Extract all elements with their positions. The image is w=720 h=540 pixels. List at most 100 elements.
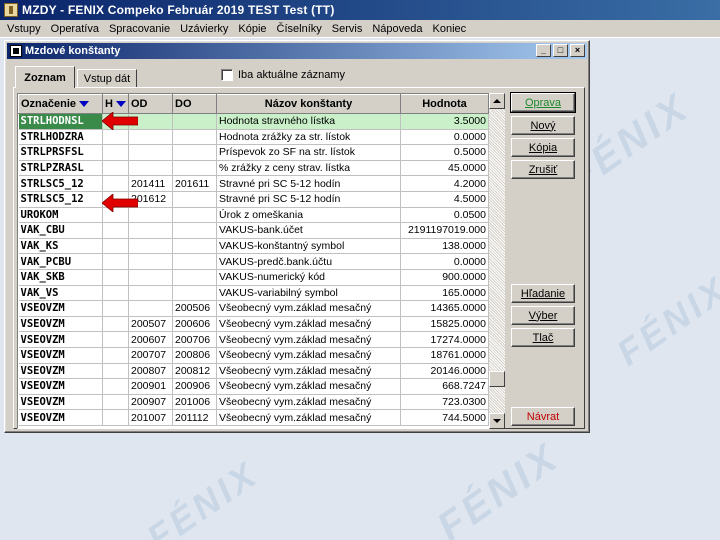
- copy-button[interactable]: Kópia: [511, 138, 575, 157]
- cell-h: [102, 347, 129, 364]
- menu-vstupy[interactable]: Vstupy: [2, 23, 46, 35]
- cell-value: 2191197019.000: [400, 222, 489, 239]
- cell-name: Príspevok zo SF na str. lístok: [216, 144, 401, 161]
- cell-name: Všeobecný vym.základ mesačný: [216, 347, 401, 364]
- cancel-button[interactable]: Zrušiť: [511, 160, 575, 179]
- cell-name: Stravné pri SC 5-12 hodín: [216, 175, 401, 192]
- cell-code: VSEOVZM: [18, 331, 103, 348]
- cell-value: 668.7247: [400, 378, 489, 395]
- table-row[interactable]: VSEOVZM 200607 200706 Všeobecný vym.základ …: [18, 331, 489, 348]
- cell-h: [102, 175, 129, 192]
- cell-do: [172, 207, 217, 224]
- window-controls: _ □ ×: [536, 44, 585, 57]
- search-button[interactable]: Hľadanie: [511, 284, 575, 303]
- scroll-down-arrow-icon[interactable]: [489, 413, 505, 429]
- cell-name: Všeobecný vym.základ mesačný: [216, 300, 401, 317]
- column-header-h[interactable]: H: [102, 94, 129, 114]
- menu-uzavierky[interactable]: Uzávierky: [175, 23, 233, 35]
- back-button[interactable]: Návrat: [511, 407, 575, 426]
- red-arrow-icon: [102, 194, 138, 212]
- cell-name: Stravné pri SC 5-12 hodín: [216, 191, 401, 208]
- minimize-button[interactable]: _: [536, 44, 551, 57]
- table-row[interactable]: VAK_KS VAKUS-konštantný symbol 138.0000: [18, 238, 489, 255]
- cell-name: VAKUS-variabilný symbol: [216, 285, 401, 302]
- column-header-code[interactable]: Označenie: [18, 94, 103, 114]
- cell-do: [172, 253, 217, 270]
- column-header-do[interactable]: DO: [172, 94, 217, 114]
- new-button[interactable]: Nový: [511, 116, 575, 135]
- cell-h: [102, 160, 129, 177]
- menu-napoveda[interactable]: Nápoveda: [367, 23, 427, 35]
- cell-od: 201411: [128, 175, 173, 192]
- cell-h: [102, 269, 129, 286]
- menu-kopie[interactable]: Kópie: [233, 23, 271, 35]
- menu-servis[interactable]: Servis: [327, 23, 368, 35]
- cell-value: 0.0000: [400, 253, 489, 270]
- column-header-value[interactable]: Hodnota: [400, 94, 489, 114]
- menu-ciselniky[interactable]: Číselníky: [272, 23, 327, 35]
- cell-value: 17274.0000: [400, 331, 489, 348]
- mzdove-konstanty-window: Mzdové konštanty _ □ × Zoznam Vstup dát …: [4, 40, 590, 433]
- menu-operativa[interactable]: Operatíva: [46, 23, 104, 35]
- select-button[interactable]: Výber: [511, 306, 575, 325]
- only-current-checkbox[interactable]: [221, 69, 233, 81]
- table-row[interactable]: STRLHODNSL Hodnota stravného lístka 3.5000: [18, 113, 489, 130]
- cell-value: 0.0000: [400, 129, 489, 146]
- scroll-up-arrow-icon[interactable]: [489, 93, 505, 109]
- column-header-name[interactable]: Názov konštanty: [216, 94, 401, 114]
- table-row[interactable]: STRLPRSFSL Príspevok zo SF na str. lístok…: [18, 144, 489, 161]
- table-row[interactable]: VAK_CBU VAKUS-bank.účet 2191197019.000: [18, 222, 489, 239]
- grid-vertical-scrollbar[interactable]: [489, 93, 505, 429]
- table-row[interactable]: VSEOVZM 200901 200906 Všeobecný vym.základ …: [18, 378, 489, 395]
- table-row[interactable]: STRLPZRASL % zrážky z ceny strav. lístka 4…: [18, 160, 489, 177]
- sort-down-icon: [79, 101, 90, 108]
- table-row[interactable]: VSEOVZM 200907 201006 Všeobecný vym.základ …: [18, 394, 489, 411]
- table-row[interactable]: UROKOM Úrok z omeškania 0.0500: [18, 207, 489, 224]
- table-row[interactable]: VSEOVZM 200707 200806 Všeobecný vym.základ …: [18, 347, 489, 364]
- cell-value: 4.2000: [400, 175, 489, 192]
- close-button[interactable]: ×: [570, 44, 585, 57]
- cell-do: [172, 238, 217, 255]
- table-row[interactable]: VSEOVZM 201007 201112 Všeobecný vym.základ …: [18, 409, 489, 426]
- print-button[interactable]: Tlač: [511, 328, 575, 347]
- tab-vstup-dat[interactable]: Vstup dát: [77, 69, 137, 88]
- background-watermark: FÉNIX: [609, 267, 720, 374]
- cell-code: VSEOVZM: [18, 316, 103, 333]
- table-row[interactable]: VAK_PCBU VAKUS-predč.bank.účtu 0.0000: [18, 253, 489, 270]
- cell-do: 200706: [172, 331, 217, 348]
- cell-code: STRLPRSFSL: [18, 144, 103, 161]
- cell-value: 723.0300: [400, 394, 489, 411]
- table-row[interactable]: STRLSC5_12 201411 201611 Stravné pri SC 5-1…: [18, 175, 489, 192]
- cell-name: Úrok z omeškania: [216, 207, 401, 224]
- menu-koniec[interactable]: Koniec: [428, 23, 472, 35]
- cell-do: 200506: [172, 300, 217, 317]
- scrollbar-thumb[interactable]: [489, 371, 505, 387]
- cell-value: 20146.0000: [400, 363, 489, 380]
- cell-value: 138.0000: [400, 238, 489, 255]
- table-row[interactable]: VSEOVZM 200507 200606 Všeobecný vym.základ …: [18, 316, 489, 333]
- tab-zoznam[interactable]: Zoznam: [15, 66, 75, 88]
- cell-name: VAKUS-konštantný symbol: [216, 238, 401, 255]
- menu-spracovanie[interactable]: Spracovanie: [104, 23, 175, 35]
- cell-value: 45.0000: [400, 160, 489, 177]
- cell-value: 14365.0000: [400, 300, 489, 317]
- app-title-bar: MZDY - FENIX Compeko Február 2019 TEST T…: [0, 0, 720, 20]
- table-row[interactable]: VSEOVZM 200807 200812 Všeobecný vym.základ …: [18, 363, 489, 380]
- cell-od: 200707: [128, 347, 173, 364]
- column-header-od[interactable]: OD: [128, 94, 173, 114]
- table-row[interactable]: STRLSC5_12 201612 Stravné pri SC 5-12 hodí…: [18, 191, 489, 208]
- cell-do: [172, 222, 217, 239]
- cell-h: [102, 331, 129, 348]
- cell-od: 200907: [128, 394, 173, 411]
- window-title: Mzdové konštanty: [25, 45, 121, 57]
- table-row[interactable]: VSEOVZM 200506 Všeobecný vym.základ mesačn…: [18, 300, 489, 317]
- only-current-filter[interactable]: Iba aktuálne záznamy: [221, 69, 345, 81]
- cell-code: STRLPZRASL: [18, 160, 103, 177]
- cell-od: 200807: [128, 363, 173, 380]
- table-row[interactable]: VAK_VS VAKUS-variabilný symbol 165.0000: [18, 285, 489, 302]
- constants-grid[interactable]: Označenie H OD DO Názov konštanty Hodnot…: [17, 93, 504, 429]
- table-row[interactable]: VAK_SKB VAKUS-numerický kód 900.0000: [18, 269, 489, 286]
- edit-button[interactable]: Oprava: [510, 92, 576, 113]
- table-row[interactable]: STRLHODZRA Hodnota zrážky za str. lístok 0…: [18, 129, 489, 146]
- maximize-button[interactable]: □: [553, 44, 568, 57]
